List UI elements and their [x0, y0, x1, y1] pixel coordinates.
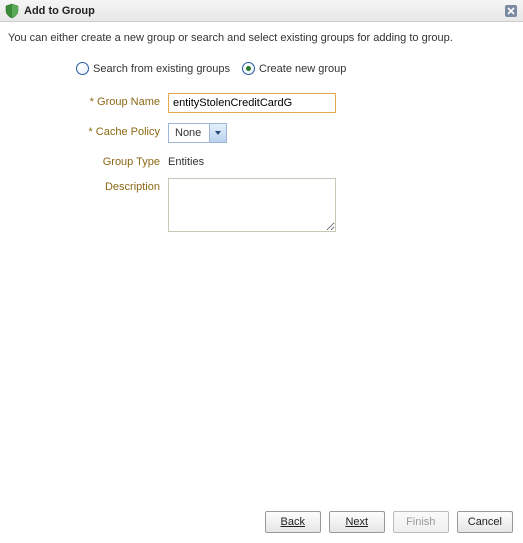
label-cache-policy: * Cache Policy	[38, 123, 168, 138]
back-button[interactable]: Back	[265, 511, 321, 533]
radio-group: Search from existing groups Create new g…	[76, 62, 515, 75]
row-description: Description	[38, 178, 515, 235]
app-icon	[4, 3, 20, 19]
row-cache-policy: * Cache Policy None	[38, 123, 515, 143]
group-type-value: Entities	[168, 153, 515, 168]
group-name-input[interactable]	[168, 93, 336, 113]
label-group-name: * Group Name	[38, 93, 168, 108]
next-button[interactable]: Next	[329, 511, 385, 533]
finish-button: Finish	[393, 511, 449, 533]
row-group-name: * Group Name	[38, 93, 515, 113]
titlebar: Add to Group	[0, 0, 523, 22]
row-group-type: Group Type Entities	[38, 153, 515, 168]
description-textarea[interactable]	[168, 178, 336, 232]
cache-policy-select[interactable]: None	[168, 123, 227, 143]
instruction-text: You can either create a new group or sea…	[8, 32, 515, 44]
radio-icon	[242, 62, 255, 75]
radio-label: Create new group	[259, 63, 346, 75]
close-icon[interactable]	[503, 3, 519, 19]
select-value: None	[169, 127, 209, 139]
form: * Group Name * Cache Policy None G	[38, 93, 515, 235]
cancel-button[interactable]: Cancel	[457, 511, 513, 533]
chevron-down-icon	[209, 124, 226, 142]
label-group-type: Group Type	[38, 153, 168, 168]
radio-label: Search from existing groups	[93, 63, 230, 75]
radio-icon	[76, 62, 89, 75]
content-area: You can either create a new group or sea…	[0, 22, 523, 235]
radio-create-new[interactable]: Create new group	[242, 62, 346, 75]
radio-search-existing[interactable]: Search from existing groups	[76, 62, 230, 75]
button-bar: Back Next Finish Cancel	[265, 511, 513, 533]
label-description: Description	[38, 178, 168, 193]
window-title: Add to Group	[24, 5, 503, 17]
